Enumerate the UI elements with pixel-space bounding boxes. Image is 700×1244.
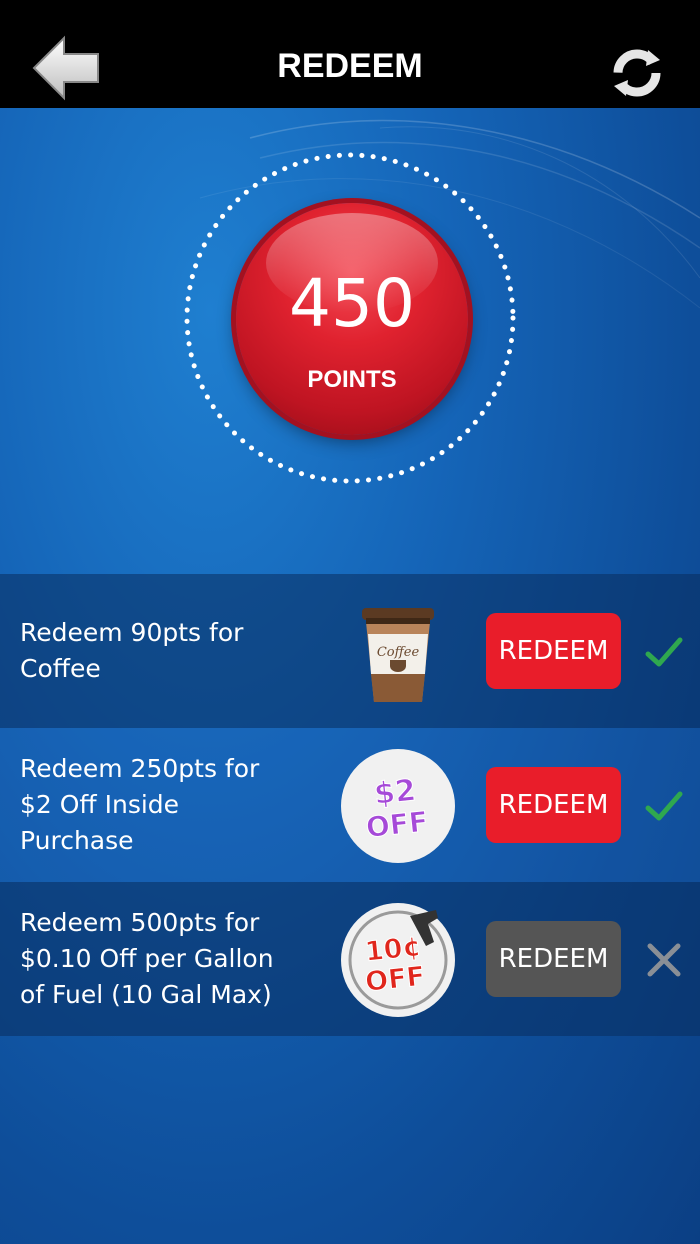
refresh-icon bbox=[613, 49, 661, 97]
badge-text-bottom: OFF bbox=[364, 805, 429, 844]
offer-row-coffee: Redeem 90pts for Coffee Coffee REDEEM bbox=[0, 574, 700, 728]
redeem-button[interactable]: REDEEM bbox=[486, 921, 621, 997]
points-label: POINTS bbox=[307, 366, 397, 393]
badge-text-bottom: OFF bbox=[364, 961, 427, 998]
offer-row-fuel-discount: Redeem 500pts for $0.10 Off per Gallon o… bbox=[0, 882, 700, 1036]
ten-cents-off-fuel-badge-icon: 10¢ OFF bbox=[341, 903, 455, 1017]
offer-image: $2 OFF bbox=[340, 748, 456, 864]
offers-list: Redeem 90pts for Coffee Coffee REDEEM Re… bbox=[0, 574, 700, 1036]
points-badge: 450 POINTS bbox=[236, 203, 468, 435]
page-title: REDEEM bbox=[277, 47, 423, 85]
offer-description: Redeem 250pts for $2 Off Inside Purchase bbox=[20, 754, 260, 855]
offer-image: 10¢ OFF bbox=[340, 902, 456, 1018]
offer-description: Redeem 90pts for Coffee bbox=[20, 618, 244, 683]
svg-text:Coffee: Coffee bbox=[377, 645, 420, 660]
redeem-button[interactable]: REDEEM bbox=[486, 767, 621, 843]
redeem-button[interactable]: REDEEM bbox=[486, 613, 621, 689]
checkmark-icon bbox=[644, 632, 684, 672]
coffee-cup-icon: Coffee bbox=[362, 608, 434, 702]
checkmark-icon bbox=[644, 786, 684, 826]
offer-image: Coffee bbox=[340, 594, 456, 710]
top-bar: REDEEM bbox=[0, 0, 700, 108]
two-dollars-off-badge-icon: $2 OFF bbox=[341, 749, 455, 863]
points-value: 450 bbox=[289, 265, 415, 342]
x-mark-icon bbox=[644, 940, 684, 980]
refresh-button[interactable] bbox=[608, 44, 666, 102]
offer-description: Redeem 500pts for $0.10 Off per Gallon o… bbox=[20, 908, 274, 1009]
offer-row-two-dollars-off: Redeem 250pts for $2 Off Inside Purchase… bbox=[0, 728, 700, 882]
